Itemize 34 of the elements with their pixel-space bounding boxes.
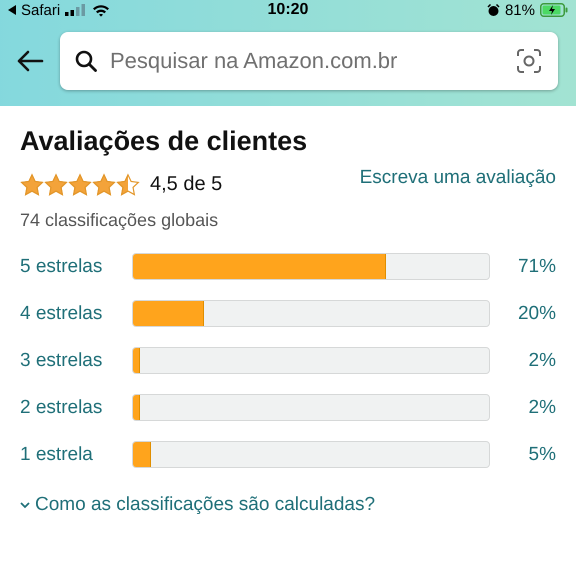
- how-calculated-link[interactable]: Como as classificações são calculadas?: [20, 494, 376, 516]
- star-icon: [20, 173, 44, 196]
- star-filter-link[interactable]: 2 estrelas: [20, 396, 132, 418]
- percent-link[interactable]: 5%: [490, 444, 556, 466]
- star-filter-link[interactable]: 5 estrelas: [20, 256, 132, 278]
- percent-link[interactable]: 2%: [490, 350, 556, 372]
- write-review-link[interactable]: Escreva uma avaliação: [360, 167, 556, 189]
- battery-icon: [540, 3, 568, 17]
- star-icon: [68, 173, 92, 196]
- clock-time: 10:20: [268, 1, 308, 19]
- search-bar[interactable]: Pesquisar na Amazon.com.br: [60, 32, 558, 90]
- wifi-icon: [92, 4, 110, 16]
- alarm-icon: [486, 4, 500, 16]
- back-arrow-icon[interactable]: [16, 50, 44, 72]
- search-icon: [74, 49, 98, 73]
- star-filter-link[interactable]: 3 estrelas: [20, 350, 132, 372]
- battery-percent: 81%: [504, 2, 535, 18]
- percent-link[interactable]: 71%: [490, 256, 556, 278]
- chevron-down-icon: [20, 502, 30, 508]
- star-icon: [44, 173, 68, 196]
- average-rating: 4,5 de 5: [150, 173, 222, 196]
- camera-scan-icon[interactable]: [516, 48, 542, 74]
- total-ratings: 74 classificações globais: [20, 210, 220, 231]
- back-arrow-icon[interactable]: [8, 5, 16, 15]
- signal-icon: [65, 4, 88, 16]
- search-field[interactable]: Pesquisar na Amazon.com.br: [110, 48, 504, 74]
- star-icon: [116, 173, 140, 196]
- star-filter-link[interactable]: 1 estrela: [20, 444, 132, 466]
- back-app-label[interactable]: Safari: [21, 2, 60, 18]
- percent-link[interactable]: 20%: [490, 302, 556, 324]
- star-filter-link[interactable]: 4 estrelas: [20, 302, 132, 324]
- section-title: Avaliações de clientes: [20, 126, 308, 157]
- percent-link[interactable]: 2%: [490, 396, 556, 418]
- star-icon: [92, 173, 116, 196]
